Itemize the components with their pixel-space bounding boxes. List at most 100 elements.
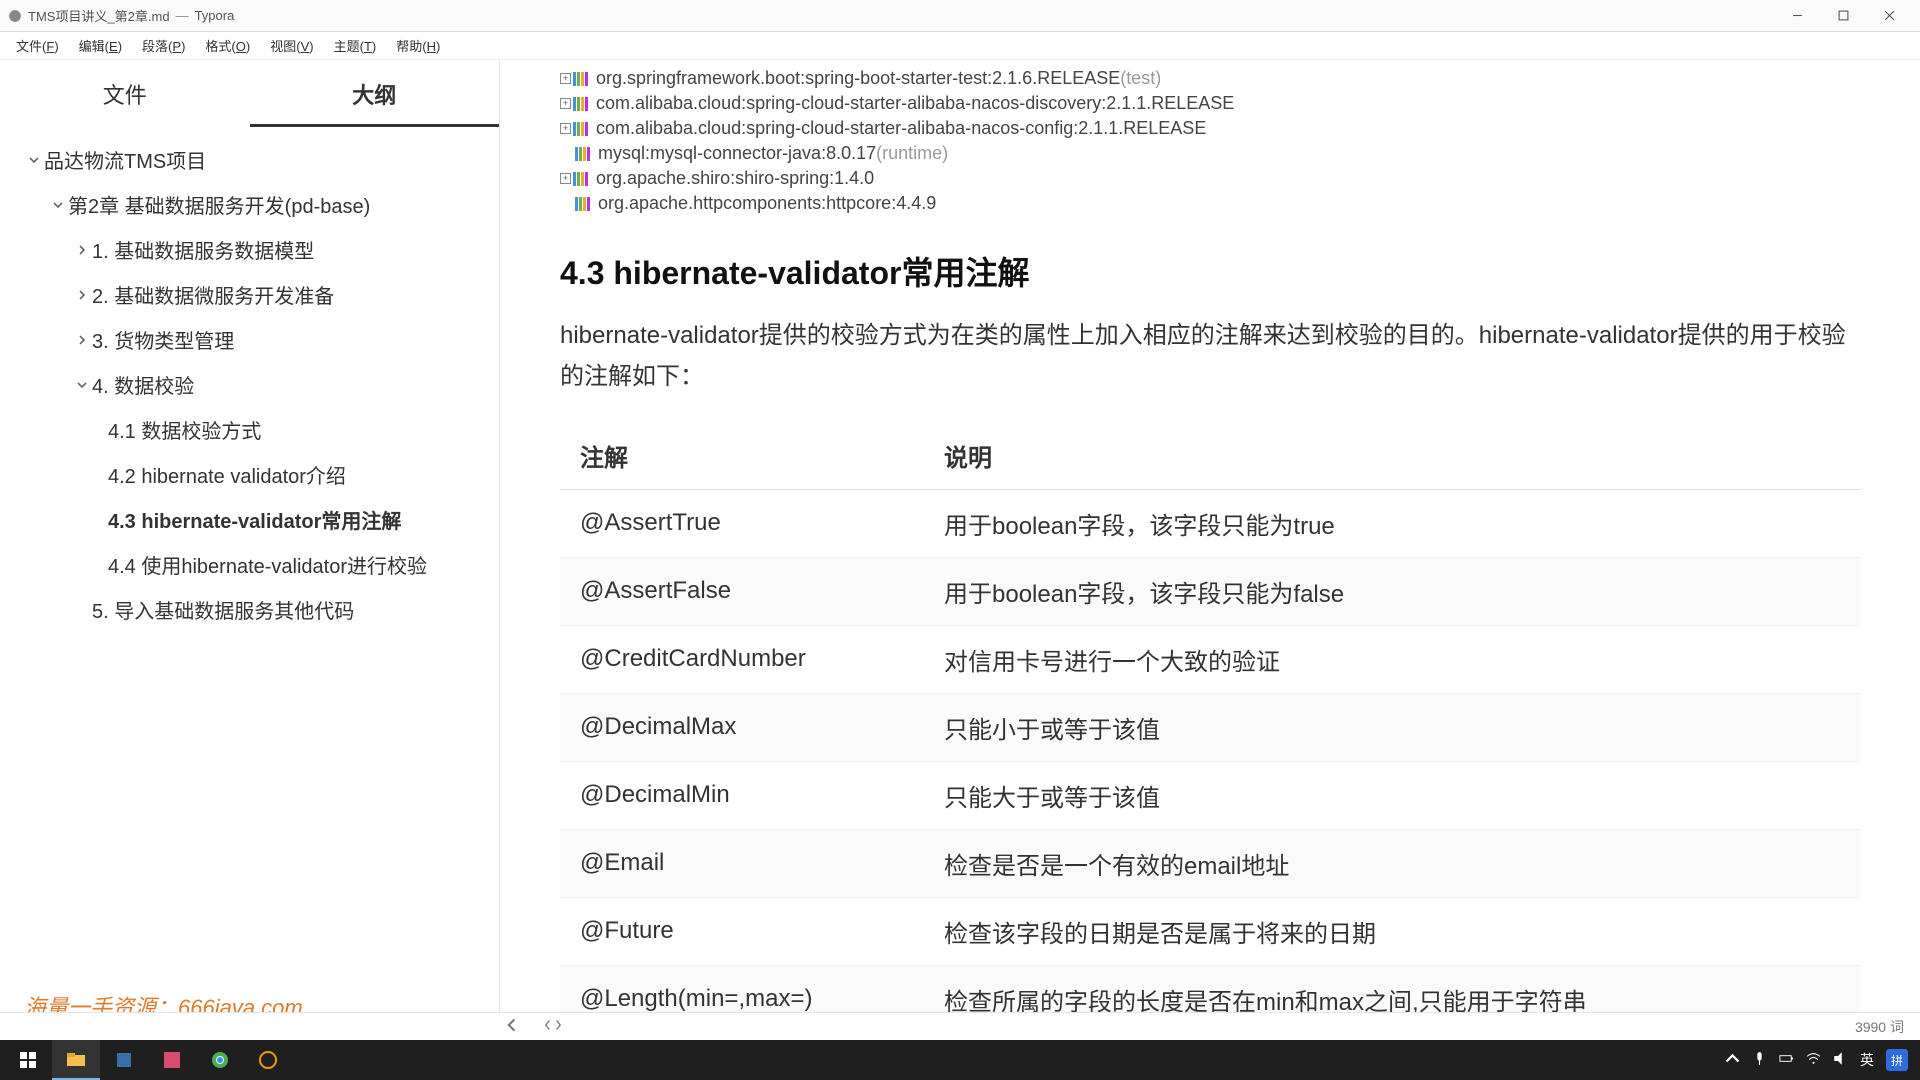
- chevron-right-icon: [72, 335, 92, 345]
- section-heading: 4.3 hibernate-validator常用注解: [560, 248, 1860, 294]
- outline-item[interactable]: 2. 基础数据微服务开发准备: [0, 272, 499, 317]
- dependency-text: org.apache.shiro:shiro-spring:1.4.0: [596, 168, 874, 189]
- cell-annotation: @AssertFalse: [560, 557, 924, 625]
- dependency-row: + com.alibaba.cloud:spring-cloud-starter-…: [560, 91, 1860, 116]
- tab-outline[interactable]: 大纲: [250, 60, 500, 127]
- title-separator: —: [176, 8, 189, 23]
- outline-sub-item-active[interactable]: 4.3 hibernate-validator常用注解: [0, 497, 499, 542]
- cell-description: 检查该字段的日期是否是属于将来的日期: [924, 897, 1860, 965]
- taskbar-app-other2[interactable]: [244, 1040, 292, 1080]
- tray-mic-icon[interactable]: [1752, 1051, 1767, 1069]
- outline-sub-item[interactable]: 4.1 数据校验方式: [0, 407, 499, 452]
- windows-taskbar: 英 拼: [0, 1040, 1920, 1080]
- tray-ime-lang[interactable]: 英: [1860, 1050, 1874, 1070]
- tab-files[interactable]: 文件: [0, 60, 250, 127]
- outline-item[interactable]: 3. 货物类型管理: [0, 317, 499, 362]
- chevron-down-icon: [24, 155, 44, 165]
- menu-paragraph[interactable]: 段落(P): [132, 32, 195, 59]
- outline-tree: 品达物流TMS项目 第2章 基础数据服务开发(pd-base) 1. 基础数据服…: [0, 127, 499, 978]
- tray-volume-icon[interactable]: [1833, 1051, 1848, 1069]
- taskbar-app-explorer[interactable]: [52, 1040, 100, 1080]
- library-icon: [573, 97, 588, 111]
- dependency-row: + org.springframework.boot:spring-boot-st…: [560, 66, 1860, 91]
- cell-description: 只能小于或等于该值: [924, 693, 1860, 761]
- menu-help[interactable]: 帮助(H): [386, 32, 450, 59]
- dependency-tree: + org.springframework.boot:spring-boot-st…: [560, 66, 1860, 216]
- expand-icon[interactable]: +: [560, 73, 571, 84]
- dependency-row: org.apache.httpcomponents:httpcore:4.4.9: [560, 191, 1860, 216]
- outline-sub-item[interactable]: 4.2 hibernate validator介绍: [0, 452, 499, 497]
- library-icon: [573, 172, 588, 186]
- menu-file[interactable]: 文件(F): [6, 32, 69, 59]
- outline-item[interactable]: 1. 基础数据服务数据模型: [0, 227, 499, 272]
- table-row: @Future检查该字段的日期是否是属于将来的日期: [560, 897, 1860, 965]
- start-button[interactable]: [4, 1040, 52, 1080]
- library-icon: [573, 122, 588, 136]
- taskbar-app-other1[interactable]: [100, 1040, 148, 1080]
- dependency-text: com.alibaba.cloud:spring-cloud-starter-a…: [596, 93, 1234, 114]
- dependency-scope: (runtime): [876, 143, 948, 164]
- table-row: @CreditCardNumber对信用卡号进行一个大致的验证: [560, 625, 1860, 693]
- tray-ime-badge[interactable]: 拼: [1886, 1049, 1908, 1071]
- section-paragraph: hibernate-validator提供的校验方式为在类的属性上加入相应的注解…: [560, 316, 1860, 398]
- menu-format[interactable]: 格式(O): [195, 32, 260, 59]
- tray-wifi-icon[interactable]: [1806, 1051, 1821, 1069]
- table-row: @DecimalMin只能大于或等于该值: [560, 761, 1860, 829]
- cell-description: 检查是否是一个有效的email地址: [924, 829, 1860, 897]
- sidebar-tabs: 文件 大纲: [0, 60, 499, 127]
- cell-description: 用于boolean字段，该字段只能为true: [924, 489, 1860, 557]
- statusbar: 3990 词: [0, 1012, 1920, 1040]
- taskbar-app-ide[interactable]: [148, 1040, 196, 1080]
- outline-item[interactable]: 5. 导入基础数据服务其他代码: [0, 587, 499, 632]
- system-tray[interactable]: 英 拼: [1725, 1049, 1916, 1071]
- table-row: @AssertFalse用于boolean字段，该字段只能为false: [560, 557, 1860, 625]
- tray-battery-icon[interactable]: [1779, 1051, 1794, 1069]
- maximize-button[interactable]: [1820, 0, 1866, 32]
- outline-root[interactable]: 品达物流TMS项目: [0, 137, 499, 182]
- minimize-button[interactable]: [1774, 0, 1820, 32]
- word-count[interactable]: 3990 词: [1855, 1017, 1904, 1037]
- outline-section-4[interactable]: 4. 数据校验: [0, 362, 499, 407]
- table-row: @AssertTrue用于boolean字段，该字段只能为true: [560, 489, 1860, 557]
- outline-chapter[interactable]: 第2章 基础数据服务开发(pd-base): [0, 182, 499, 227]
- annotation-table: 注解 说明 @AssertTrue用于boolean字段，该字段只能为true@…: [560, 422, 1860, 1040]
- sidebar: 文件 大纲 品达物流TMS项目 第2章 基础数据服务开发(pd-base) 1.…: [0, 60, 500, 1040]
- dependency-text: org.springframework.boot:spring-boot-sta…: [596, 68, 1120, 89]
- window-titlebar: TMS项目讲义_第2章.md — Typora: [0, 0, 1920, 32]
- dependency-text: com.alibaba.cloud:spring-cloud-starter-a…: [596, 118, 1206, 139]
- cell-annotation: @Future: [560, 897, 924, 965]
- cell-annotation: @CreditCardNumber: [560, 625, 924, 693]
- expand-icon[interactable]: +: [560, 173, 571, 184]
- outline-sub-item[interactable]: 4.4 使用hibernate-validator进行校验: [0, 542, 499, 587]
- close-button[interactable]: [1866, 0, 1912, 32]
- menubar: 文件(F) 编辑(E) 段落(P) 格式(O) 视图(V) 主题(T) 帮助(H…: [0, 32, 1920, 60]
- table-row: @DecimalMax只能小于或等于该值: [560, 693, 1860, 761]
- menu-theme[interactable]: 主题(T): [324, 32, 387, 59]
- taskbar-app-chrome[interactable]: [196, 1040, 244, 1080]
- nav-back-icon[interactable]: [506, 1018, 520, 1035]
- expand-icon[interactable]: +: [560, 123, 571, 134]
- menu-view[interactable]: 视图(V): [260, 32, 323, 59]
- dependency-scope: (test): [1120, 68, 1161, 89]
- menu-edit[interactable]: 编辑(E): [69, 32, 132, 59]
- cell-description: 对信用卡号进行一个大致的验证: [924, 625, 1860, 693]
- library-icon: [573, 72, 588, 86]
- app-icon: [8, 9, 22, 23]
- dependency-row: + org.apache.shiro:shiro-spring:1.4.0: [560, 166, 1860, 191]
- library-icon: [575, 197, 590, 211]
- dependency-text: org.apache.httpcomponents:httpcore:4.4.9: [598, 193, 936, 214]
- expand-icon[interactable]: +: [560, 98, 571, 109]
- source-code-icon[interactable]: [544, 1018, 562, 1035]
- table-header-anno: 注解: [560, 422, 924, 490]
- chevron-down-icon: [48, 200, 68, 210]
- cell-annotation: @Email: [560, 829, 924, 897]
- dependency-row: mysql:mysql-connector-java:8.0.17 (runti…: [560, 141, 1860, 166]
- table-header-desc: 说明: [924, 422, 1860, 490]
- editor-content[interactable]: + org.springframework.boot:spring-boot-st…: [500, 60, 1920, 1040]
- tray-chevron-up-icon[interactable]: [1725, 1051, 1740, 1069]
- doc-title: TMS项目讲义_第2章.md: [28, 6, 170, 25]
- cell-annotation: @DecimalMin: [560, 761, 924, 829]
- table-row: @Email检查是否是一个有效的email地址: [560, 829, 1860, 897]
- dependency-text: mysql:mysql-connector-java:8.0.17: [598, 143, 876, 164]
- chevron-right-icon: [72, 290, 92, 300]
